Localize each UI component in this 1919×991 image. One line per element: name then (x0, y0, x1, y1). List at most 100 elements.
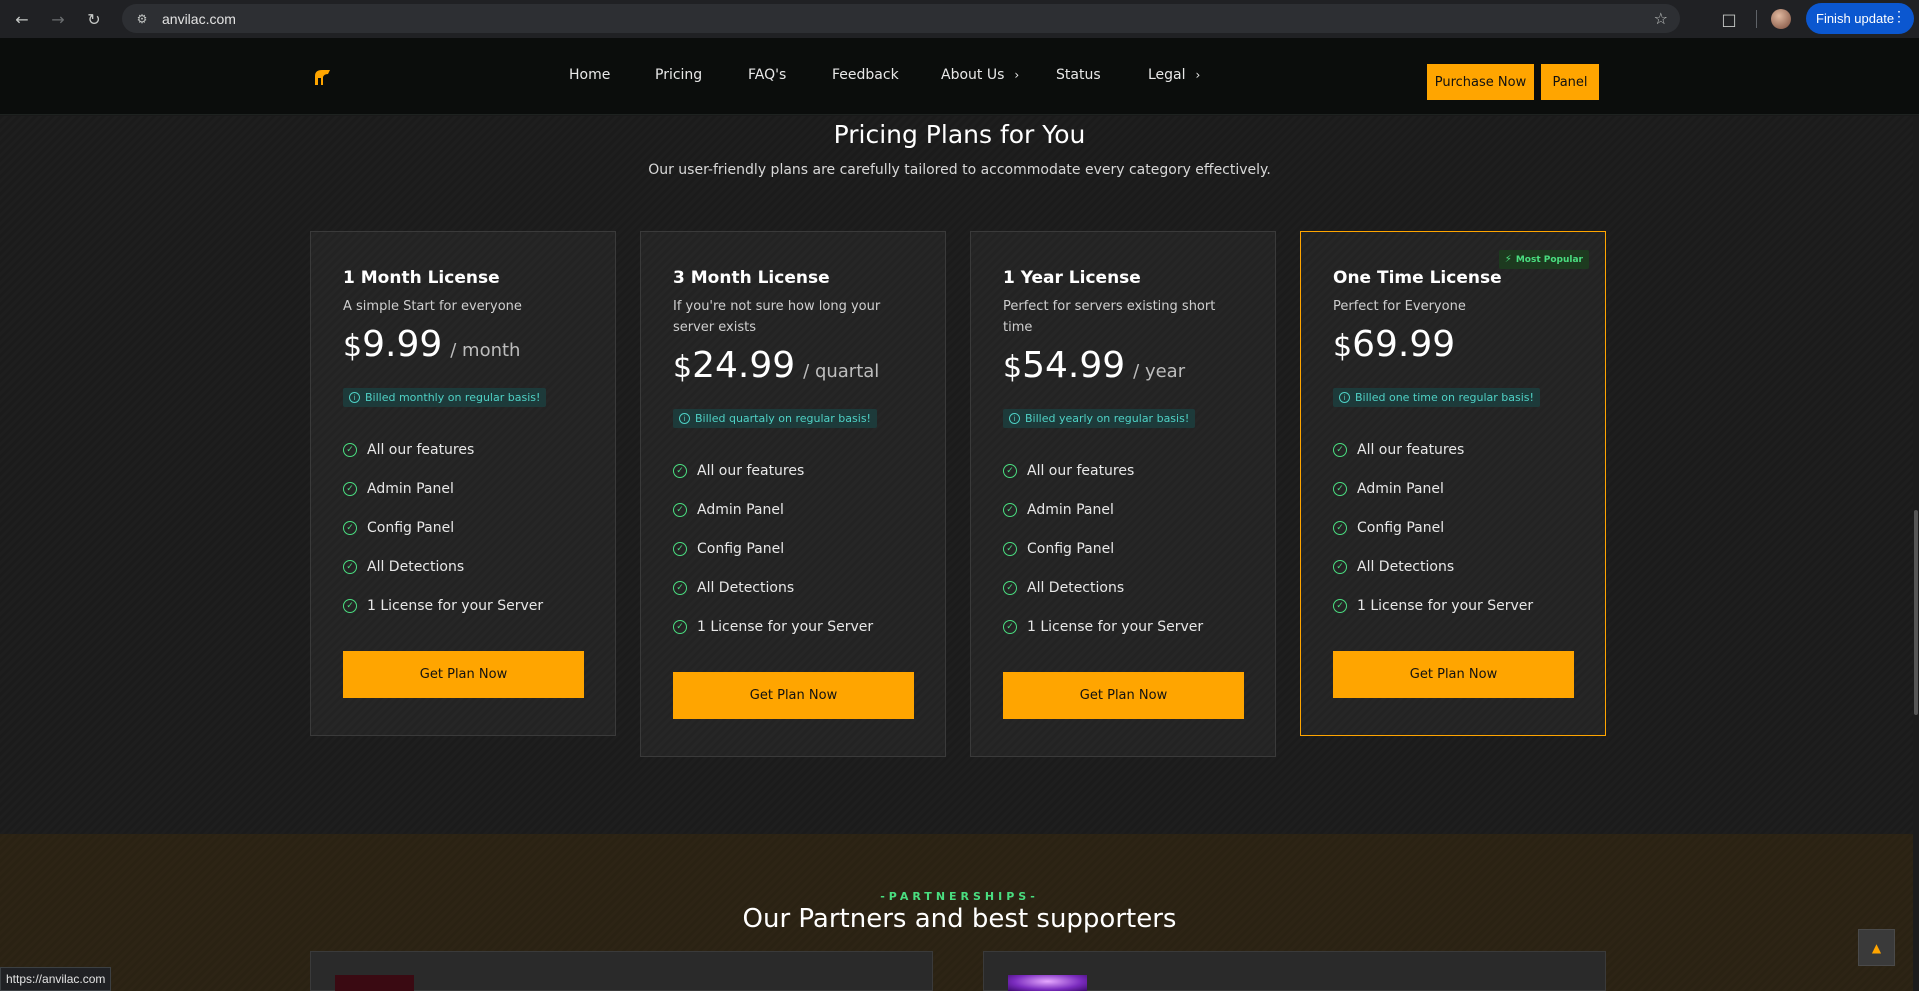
check-circle-icon: ✓ (1003, 541, 1017, 556)
url-text[interactable]: anvilac.com (162, 11, 236, 27)
extensions-icon[interactable]: □ (1715, 5, 1743, 33)
price-value: 54.99 (1022, 345, 1126, 386)
finish-update-label: Finish update (1816, 11, 1895, 26)
scrollbar-thumb[interactable] (1914, 510, 1918, 715)
menu-dots-icon: ⋮ (1892, 8, 1906, 24)
bookmark-star-icon[interactable]: ☆ (1654, 9, 1668, 28)
feature-item: ✓ Config Panel (673, 529, 873, 568)
check-circle-icon: ✓ (1333, 442, 1347, 457)
back-icon[interactable]: ← (8, 5, 36, 33)
plan-description: A simple Start for everyone (343, 299, 522, 314)
scroll-to-top-button[interactable]: ▲ (1858, 929, 1895, 966)
check-circle-icon: ✓ (673, 463, 687, 478)
price-period: / month (450, 340, 521, 361)
plan-price: $54.99 / year (1003, 345, 1185, 386)
check-circle-icon: ✓ (1003, 580, 1017, 595)
feature-text: All Detections (697, 579, 795, 596)
address-bar[interactable]: ⚙ anvilac.com ☆ (122, 4, 1680, 33)
finish-update-button[interactable]: Finish update ⋮ (1806, 3, 1914, 34)
forward-icon[interactable]: → (44, 5, 72, 33)
feature-text: Admin Panel (367, 480, 454, 497)
feature-text: Config Panel (367, 519, 455, 536)
main-nav: Home Pricing FAQ's Feedback About Us › St… (0, 67, 1919, 87)
feature-list: ✓ All our features ✓ Admin Panel ✓ Config P… (343, 430, 543, 625)
get-plan-button[interactable]: Get Plan Now (343, 651, 584, 698)
pricing-section: Pricing Plans for You Our user-friendly … (0, 116, 1919, 834)
reload-icon[interactable]: ↻ (80, 5, 108, 33)
check-circle-icon: ✓ (343, 520, 357, 535)
nav-faqs[interactable]: FAQ's (748, 67, 786, 83)
nav-feedback[interactable]: Feedback (832, 67, 899, 83)
billing-note: i Billed yearly on regular basis! (1003, 409, 1196, 428)
feature-item: ✓ Admin Panel (673, 490, 873, 529)
get-plan-button[interactable]: Get Plan Now (1003, 672, 1244, 719)
price-value: 69.99 (1352, 324, 1456, 365)
plan-title: 1 Month License (343, 268, 500, 288)
get-plan-button[interactable]: Get Plan Now (673, 672, 914, 719)
feature-item: ✓ All our features (343, 430, 543, 469)
feature-item: ✓ 1 License for your Server (673, 607, 873, 646)
nav-legal-label: Legal (1148, 67, 1186, 83)
check-circle-icon: ✓ (343, 598, 357, 613)
feature-item: ✓ Admin Panel (1003, 490, 1203, 529)
info-icon: i (679, 413, 690, 424)
nav-legal[interactable]: Legal › (1148, 67, 1200, 83)
plan-description: Perfect for Everyone (1333, 299, 1466, 314)
pricing-card-one-time: ⚡ Most Popular One Time License Perfect f… (1300, 231, 1606, 736)
check-circle-icon: ✓ (1333, 520, 1347, 535)
feature-item: ✓ All Detections (1003, 568, 1203, 607)
caret-up-icon: ▲ (1871, 940, 1882, 955)
feature-item: ✓ All Detections (1333, 547, 1533, 586)
check-circle-icon: ✓ (1003, 463, 1017, 478)
check-circle-icon: ✓ (1333, 481, 1347, 496)
page-scrollbar[interactable] (1913, 116, 1919, 991)
feature-text: All our features (697, 462, 805, 479)
partners-kicker: -PARTNERSHIPS- (880, 890, 1039, 903)
feature-list: ✓ All our features ✓ Admin Panel ✓ Config P… (1333, 430, 1533, 625)
most-popular-badge: ⚡ Most Popular (1498, 250, 1589, 269)
profile-avatar[interactable] (1771, 9, 1791, 29)
currency-symbol: $ (1333, 329, 1353, 364)
feature-text: Admin Panel (1027, 501, 1114, 518)
price-value: 24.99 (692, 345, 796, 386)
check-circle-icon: ✓ (343, 481, 357, 496)
feature-item: ✓ 1 License for your Server (343, 586, 543, 625)
feature-text: 1 License for your Server (1027, 618, 1204, 635)
billing-note-text: Billed yearly on regular basis! (1025, 412, 1190, 425)
feature-item: ✓ 1 License for your Server (1003, 607, 1203, 646)
feature-text: 1 License for your Server (367, 597, 544, 614)
price-value: 9.99 (362, 324, 443, 365)
get-plan-button[interactable]: Get Plan Now (1333, 651, 1574, 698)
check-circle-icon: ✓ (673, 619, 687, 634)
info-icon: i (1339, 392, 1350, 403)
feature-text: 1 License for your Server (697, 618, 874, 635)
currency-symbol: $ (343, 329, 363, 364)
nav-home[interactable]: Home (569, 67, 610, 83)
panel-button[interactable]: Panel (1541, 64, 1599, 100)
site-info-icon[interactable]: ⚙ (134, 11, 150, 27)
feature-text: All our features (1027, 462, 1135, 479)
feature-item: ✓ Config Panel (343, 508, 543, 547)
plan-price: $9.99 / month (343, 324, 520, 365)
billing-note: i Billed monthly on regular basis! (343, 388, 547, 407)
nav-about-us-label: About Us (941, 67, 1005, 83)
purchase-now-button[interactable]: Purchase Now (1427, 64, 1534, 100)
check-circle-icon: ✓ (673, 541, 687, 556)
plan-price: $69.99 (1333, 324, 1455, 365)
nav-status[interactable]: Status (1056, 67, 1101, 83)
pricing-card-1-month: 1 Month License A simple Start for every… (310, 231, 616, 736)
feature-list: ✓ All our features ✓ Admin Panel ✓ Config P… (673, 451, 873, 646)
nav-pricing[interactable]: Pricing (655, 67, 702, 83)
check-circle-icon: ✓ (343, 442, 357, 457)
feature-text: Admin Panel (697, 501, 784, 518)
feature-item: ✓ 1 License for your Server (1333, 586, 1533, 625)
check-circle-icon: ✓ (1333, 598, 1347, 613)
feature-item: ✓ All Detections (343, 547, 543, 586)
feature-item: ✓ Config Panel (1333, 508, 1533, 547)
feature-list: ✓ All our features ✓ Admin Panel ✓ Config P… (1003, 451, 1203, 646)
billing-note: i Billed quartaly on regular basis! (673, 409, 877, 428)
status-bar-url: https://anvilac.com (0, 967, 112, 991)
feature-item: ✓ All Detections (673, 568, 873, 607)
nav-about-us[interactable]: About Us › (941, 67, 1019, 83)
feature-text: All Detections (1027, 579, 1125, 596)
